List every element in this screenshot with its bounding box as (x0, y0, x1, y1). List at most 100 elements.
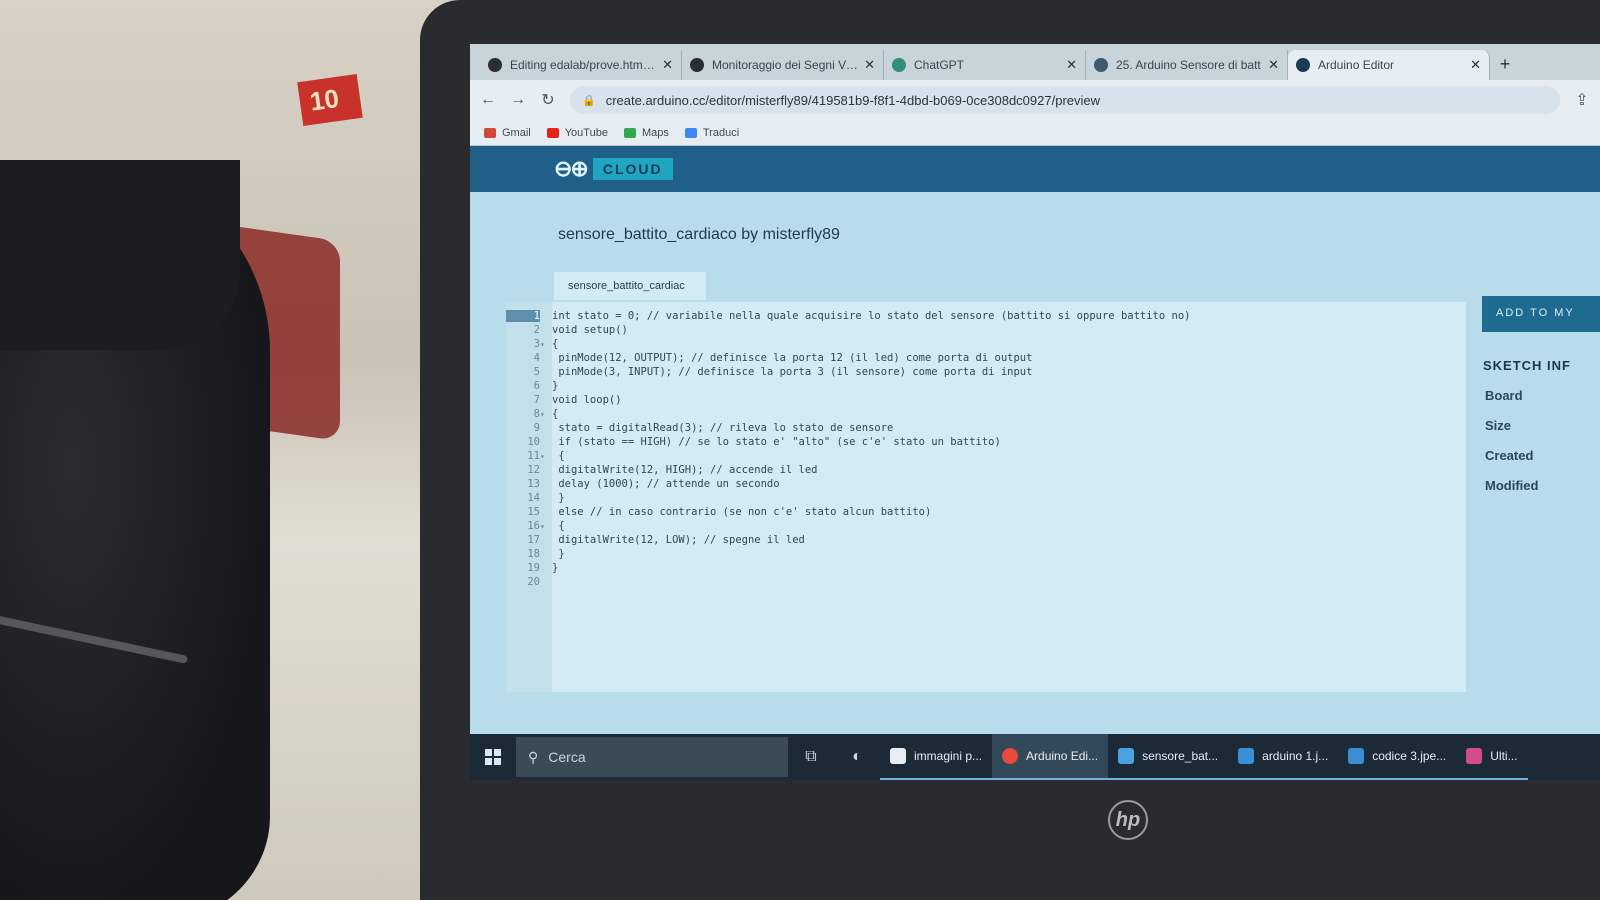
code-line[interactable]: 7 void loop() (506, 394, 1466, 408)
code-text: pinMode(12, OUTPUT); // definisce la por… (552, 352, 1033, 364)
tab-title: 25. Arduino Sensore di batt (1116, 58, 1261, 72)
code-text: pinMode(3, INPUT); // definisce la porta… (552, 366, 1033, 378)
code-line[interactable]: 3▾{ (506, 338, 1466, 352)
code-line[interactable]: 13 delay (1000); // attende un secondo (506, 478, 1466, 492)
taskbar-app-label: immagini p... (914, 749, 983, 763)
fold-arrow-icon[interactable]: ▾ (540, 522, 552, 531)
start-button[interactable] (470, 734, 516, 780)
taskbar-app-arduino-editor[interactable]: Arduino Edi... (992, 734, 1109, 780)
chatgpt-icon (892, 58, 906, 72)
browser-tab-strip: Editing edalab/prove.html at ✕ Monitorag… (470, 44, 1600, 80)
line-number: 12 (527, 464, 540, 476)
code-line[interactable]: 4 pinMode(12, OUTPUT); // definisce la p… (506, 352, 1466, 366)
info-label-board: Board (1485, 388, 1523, 403)
tab-title: Editing edalab/prove.html at (510, 58, 657, 72)
laptop-screen: Editing edalab/prove.html at ✕ Monitorag… (470, 44, 1600, 780)
taskbar-search-input[interactable]: ⚲ Cerca (516, 737, 788, 777)
line-number: 7 (533, 394, 540, 406)
tab-title: Monitoraggio dei Segni Vita (712, 58, 859, 72)
code-line[interactable]: 11▾ { (506, 450, 1466, 464)
new-tab-button[interactable]: + (1490, 50, 1520, 80)
tab-arduino-editor[interactable]: Arduino Editor ✕ (1288, 50, 1490, 80)
code-text: delay (1000); // attende un secondo (552, 478, 780, 490)
bookmark-label: Traduci (702, 126, 740, 139)
line-number: 8 (533, 408, 540, 420)
reload-icon[interactable]: ↻ (540, 90, 556, 110)
line-number: 10 (527, 436, 540, 448)
info-label-created: Created (1485, 448, 1534, 463)
close-icon[interactable]: ✕ (662, 57, 673, 73)
tab-arduino-sensore[interactable]: 25. Arduino Sensore di batt ✕ (1086, 50, 1288, 80)
url-field[interactable]: 🔒 create.arduino.cc/editor/misterfly89/4… (570, 86, 1560, 114)
bookmark-maps[interactable]: Maps (623, 127, 669, 139)
search-placeholder: Cerca (548, 749, 586, 765)
taskbar-app-label: arduino 1.j... (1262, 749, 1329, 763)
taskbar-app-label: codice 3.jpe... (1372, 749, 1447, 763)
taskbar-app-label: sensore_bat... (1142, 749, 1219, 763)
close-icon[interactable]: ✕ (1470, 57, 1481, 73)
code-line[interactable]: 16▾ { (506, 520, 1466, 534)
code-line[interactable]: 2 void setup() (506, 324, 1466, 338)
image-icon (1238, 748, 1255, 764)
edge-icon[interactable]: ◐ (834, 734, 880, 780)
taskbar-app-immagini[interactable]: immagini p... (880, 734, 993, 780)
bookmark-traduci[interactable]: Traduci (684, 126, 740, 139)
backpack-top (0, 160, 240, 350)
globe-icon (1094, 58, 1108, 72)
line-number: 2 (533, 324, 540, 336)
code-line[interactable]: 18 } (506, 548, 1466, 562)
close-icon[interactable]: ✕ (864, 57, 875, 73)
line-number: 14 (527, 492, 540, 504)
line-number: 5 (533, 366, 540, 378)
taskbar-app-arduino-jpg[interactable]: arduino 1.j... (1228, 734, 1339, 780)
code-text: { (552, 520, 565, 532)
task-view-icon[interactable]: ⧉ (788, 734, 834, 780)
code-line[interactable]: 1 int stato = 0; // variabile nella quale… (506, 310, 1466, 324)
bookmark-gmail[interactable]: Gmail (484, 127, 531, 139)
add-to-my-sketches-button[interactable]: ADD TO MY (1482, 296, 1600, 332)
file-icon (890, 748, 906, 764)
fold-arrow-icon[interactable]: ▾ (540, 340, 552, 349)
taskbar-app-ulti[interactable]: Ulti... (1456, 734, 1528, 780)
forward-arrow-icon[interactable]: → (510, 91, 526, 109)
fold-arrow-icon[interactable]: ▾ (540, 452, 552, 461)
file-tab[interactable]: sensore_battito_cardiac (554, 272, 706, 300)
code-line[interactable]: 9 stato = digitalRead(3); // rileva lo s… (506, 422, 1466, 436)
code-line[interactable]: 19} (506, 562, 1466, 576)
code-line[interactable]: 17 digitalWrite(12, LOW); // spegne il l… (506, 534, 1466, 548)
tab-github-editing[interactable]: Editing edalab/prove.html at ✕ (480, 50, 682, 80)
code-editor[interactable]: 1 int stato = 0; // variabile nella quale… (506, 302, 1466, 692)
line-number: 3 (533, 338, 540, 350)
line-number: 18 (527, 548, 540, 560)
taskbar-app-sensore[interactable]: sensore_bat... (1108, 734, 1229, 780)
tab-monitoraggio[interactable]: Monitoraggio dei Segni Vita ✕ (682, 50, 884, 80)
code-text: digitalWrite(12, LOW); // spegne il led (552, 534, 805, 546)
code-line[interactable]: 10 if (stato == HIGH) // se lo stato e' … (506, 436, 1466, 450)
bookmark-youtube[interactable]: YouTube (546, 127, 608, 139)
line-number: 6 (533, 380, 540, 392)
tab-chatgpt[interactable]: ChatGPT ✕ (884, 50, 1086, 80)
arduino-icon (1296, 58, 1310, 72)
code-line[interactable]: 14 } (506, 492, 1466, 506)
close-icon[interactable]: ✕ (1268, 57, 1279, 73)
close-icon[interactable]: ✕ (1066, 57, 1077, 73)
backpack-zipper (0, 604, 189, 664)
share-icon[interactable]: ⇪ (1574, 90, 1590, 110)
code-line[interactable]: 20 (506, 576, 1466, 590)
line-number: 1 (506, 310, 540, 322)
fold-arrow-icon[interactable]: ▾ (540, 410, 552, 419)
bookmarks-bar: Gmail YouTube Maps Traduci (470, 120, 1600, 146)
arduino-cloud-logo[interactable]: ⊖⊕ CLOUD (554, 156, 673, 182)
taskbar-app-label: Arduino Edi... (1026, 749, 1099, 763)
code-line[interactable]: 6} (506, 380, 1466, 394)
sketch-preview: sensore_battito_cardiaco by misterfly89 … (470, 192, 1600, 738)
github-icon (690, 58, 704, 72)
code-line[interactable]: 8▾{ (506, 408, 1466, 422)
code-line[interactable]: 5 pinMode(3, INPUT); // definisce la por… (506, 366, 1466, 380)
lock-icon: 🔒 (582, 94, 596, 107)
taskbar-app-codice[interactable]: codice 3.jpe... (1338, 734, 1457, 780)
code-line[interactable]: 12 digitalWrite(12, HIGH); // accende il… (506, 464, 1466, 478)
back-arrow-icon[interactable]: ← (480, 91, 496, 109)
maps-icon (623, 127, 636, 138)
code-line[interactable]: 15 else // in caso contrario (se non c'e… (506, 506, 1466, 520)
